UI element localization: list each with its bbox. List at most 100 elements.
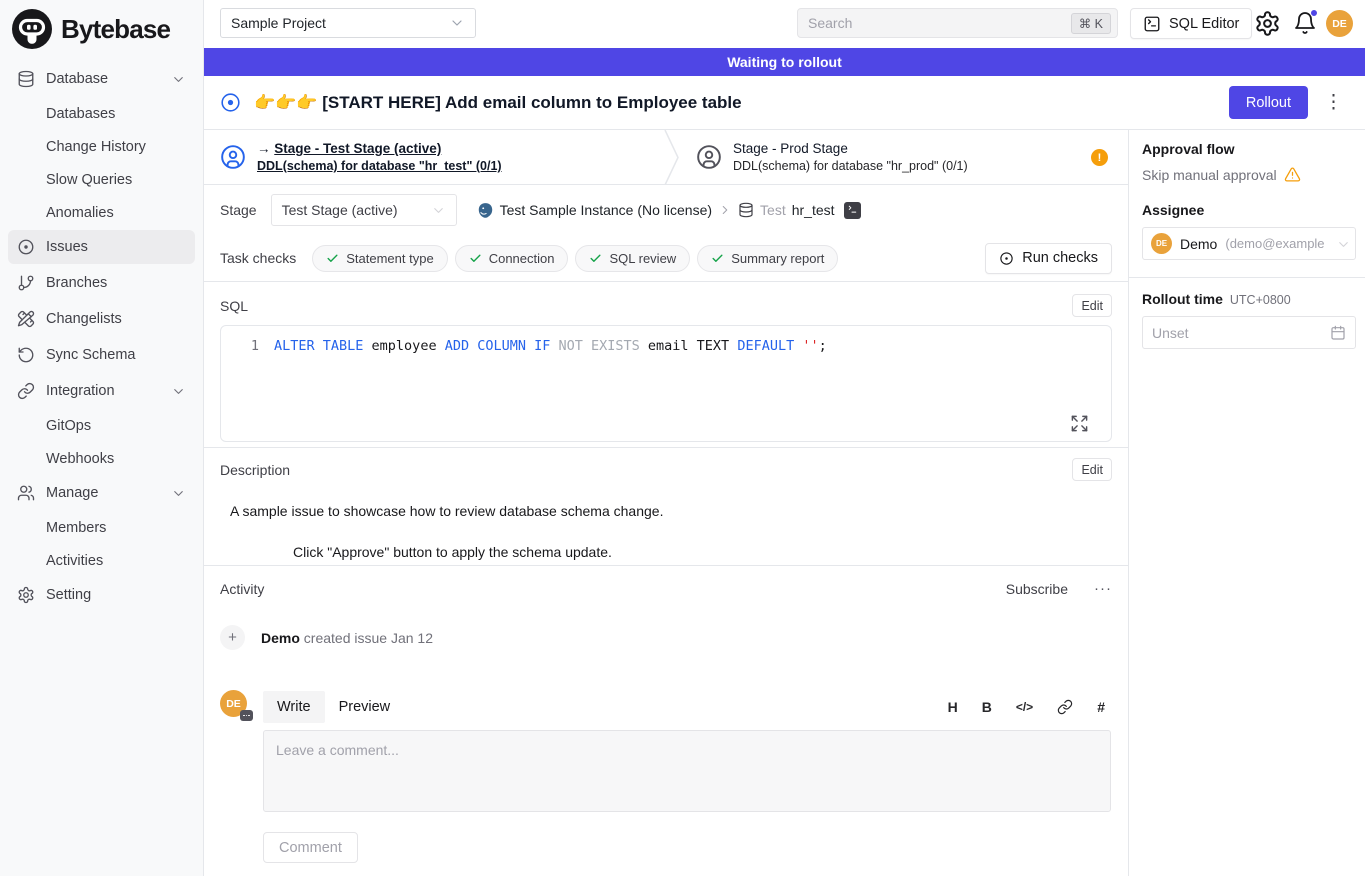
chevron-down-icon: [171, 384, 186, 399]
comment-editor: Write Preview H B </> # Comment: [263, 690, 1111, 863]
kebab-menu-icon[interactable]: ⋮: [1324, 93, 1343, 112]
sidebar: Bytebase Database Databases Change Histo…: [0, 0, 204, 876]
stage-card-prod[interactable]: Stage - Prod Stage DDL(schema) for datab…: [680, 130, 984, 184]
chevron-down-icon: [171, 486, 186, 501]
open-sql-editor-icon[interactable]: [844, 202, 861, 219]
comment-button[interactable]: Comment: [263, 832, 358, 863]
assignee-label: Assignee: [1142, 202, 1356, 218]
content: → Stage - Test Stage (active) DDL(schema…: [204, 130, 1365, 876]
status-banner: Waiting to rollout: [204, 48, 1365, 76]
users-icon: [17, 484, 35, 502]
stage-title: Stage - Prod Stage: [733, 141, 968, 156]
sidebar-item-members[interactable]: Members: [8, 512, 195, 544]
search-input[interactable]: [808, 15, 1071, 31]
stage-select[interactable]: Test Stage (active): [271, 194, 457, 226]
sidebar-item-databases[interactable]: Databases: [8, 98, 195, 130]
pencil-ruler-icon: [17, 310, 35, 328]
comment-block: DE Write Preview H B </> #: [220, 690, 1112, 863]
chevron-down-icon: [449, 15, 465, 31]
notification-bell-icon[interactable]: [1293, 11, 1317, 35]
heading-tool-icon[interactable]: H: [948, 699, 958, 715]
check-summary-report[interactable]: Summary report: [697, 245, 838, 272]
database-breadcrumb: Test Sample Instance (No license) Test h…: [477, 202, 861, 219]
bold-tool-icon[interactable]: B: [982, 699, 992, 715]
sql-edit-button[interactable]: Edit: [1072, 294, 1112, 317]
sql-section: SQL Edit 1 ALTER TABLE employee ADD COLU…: [204, 282, 1128, 448]
stage-cards-row: → Stage - Test Stage (active) DDL(schema…: [204, 130, 1128, 185]
check-icon: [711, 252, 724, 265]
check-statement-type[interactable]: Statement type: [312, 245, 447, 272]
bytebase-logo[interactable]: Bytebase: [0, 0, 203, 58]
git-branch-icon: [17, 274, 35, 292]
database-icon: [17, 70, 35, 88]
check-icon: [469, 252, 482, 265]
subscribe-button[interactable]: Subscribe: [1006, 581, 1068, 597]
assignee-avatar: DE: [1151, 233, 1172, 254]
notification-dot: [1310, 9, 1318, 17]
global-search[interactable]: ⌘ K: [797, 8, 1118, 38]
chevron-down-icon: [431, 203, 446, 218]
assignee-email: (demo@example: [1225, 236, 1324, 251]
brand-name: Bytebase: [61, 14, 170, 45]
sql-editor-button[interactable]: SQL Editor: [1130, 8, 1252, 39]
calendar-icon: [1330, 325, 1346, 341]
topbar: Sample Project ⌘ K SQL Editor DE: [204, 0, 1365, 48]
stage-card-test[interactable]: → Stage - Test Stage (active) DDL(schema…: [204, 130, 664, 184]
chevron-down-icon: [171, 72, 186, 87]
sql-label: SQL: [220, 298, 248, 314]
activity-menu-icon[interactable]: ···: [1094, 580, 1112, 597]
rollout-time-input[interactable]: Unset: [1142, 316, 1356, 349]
assignee-select[interactable]: DE Demo (demo@example: [1142, 227, 1356, 260]
plus-icon: +: [220, 625, 245, 650]
stage-selector-row: Stage Test Stage (active) Test Sample In…: [204, 185, 1128, 235]
sidebar-item-anomalies[interactable]: Anomalies: [8, 197, 195, 229]
sidebar-nav: Database Databases Change History Slow Q…: [0, 58, 203, 618]
settings-gear-icon[interactable]: [1254, 10, 1281, 37]
check-connection[interactable]: Connection: [455, 245, 569, 272]
activity-section: Activity Subscribe ··· + Demo created is…: [204, 566, 1128, 863]
code-tool-icon[interactable]: </>: [1016, 700, 1033, 714]
panel-divider: [1129, 277, 1365, 278]
sidebar-item-database[interactable]: Database: [8, 62, 195, 96]
sidebar-item-sync-schema[interactable]: Sync Schema: [8, 338, 195, 372]
rollout-timezone: UTC+0800: [1230, 293, 1291, 307]
bytebase-logo-icon: [12, 9, 52, 49]
sidebar-item-integration[interactable]: Integration: [8, 374, 195, 408]
rollout-time-label: Rollout time: [1142, 291, 1223, 307]
assignee-name: Demo: [1180, 236, 1217, 252]
sql-editor[interactable]: 1 ALTER TABLE employee ADD COLUMN IF NOT…: [220, 325, 1112, 442]
description-edit-button[interactable]: Edit: [1072, 458, 1112, 481]
instance-name[interactable]: Test Sample Instance (No license): [500, 202, 712, 218]
check-sql-review[interactable]: SQL review: [575, 245, 690, 272]
database-name[interactable]: hr_test: [792, 202, 835, 218]
check-icon: [589, 252, 602, 265]
tab-write[interactable]: Write: [263, 691, 325, 723]
sidebar-item-slow-queries[interactable]: Slow Queries: [8, 164, 195, 196]
sidebar-item-change-history[interactable]: Change History: [8, 131, 195, 163]
activity-entry: + Demo created issue Jan 12: [220, 625, 1112, 650]
sidebar-item-gitops[interactable]: GitOps: [8, 410, 195, 442]
check-icon: [326, 252, 339, 265]
comment-input[interactable]: [263, 730, 1111, 812]
link-tool-icon[interactable]: [1057, 699, 1073, 715]
sidebar-item-issues[interactable]: Issues: [8, 230, 195, 264]
tab-preview[interactable]: Preview: [325, 691, 405, 723]
sidebar-item-webhooks[interactable]: Webhooks: [8, 443, 195, 475]
expand-icon[interactable]: [1070, 414, 1089, 433]
sidebar-item-branches[interactable]: Branches: [8, 266, 195, 300]
run-checks-button[interactable]: Run checks: [985, 243, 1112, 274]
sidebar-item-activities[interactable]: Activities: [8, 545, 195, 577]
project-select[interactable]: Sample Project: [220, 8, 476, 38]
user-avatar[interactable]: DE: [1326, 10, 1353, 37]
activity-label: Activity: [220, 581, 264, 597]
stage-label: Stage: [220, 202, 257, 218]
stage-task-link[interactable]: DDL(schema) for database "hr_test" (0/1): [257, 159, 502, 173]
sidebar-item-manage[interactable]: Manage: [8, 476, 195, 510]
task-checks-row: Task checks Statement type Connection SQ…: [204, 235, 1128, 282]
activity-action: created issue Jan 12: [304, 630, 433, 646]
hash-tool-icon[interactable]: #: [1097, 699, 1105, 715]
rollout-button[interactable]: Rollout: [1229, 86, 1308, 119]
sidebar-item-changelists[interactable]: Changelists: [8, 302, 195, 336]
sidebar-item-setting[interactable]: Setting: [8, 578, 195, 612]
sql-statement: ALTER TABLE employee ADD COLUMN IF NOT E…: [259, 336, 827, 356]
